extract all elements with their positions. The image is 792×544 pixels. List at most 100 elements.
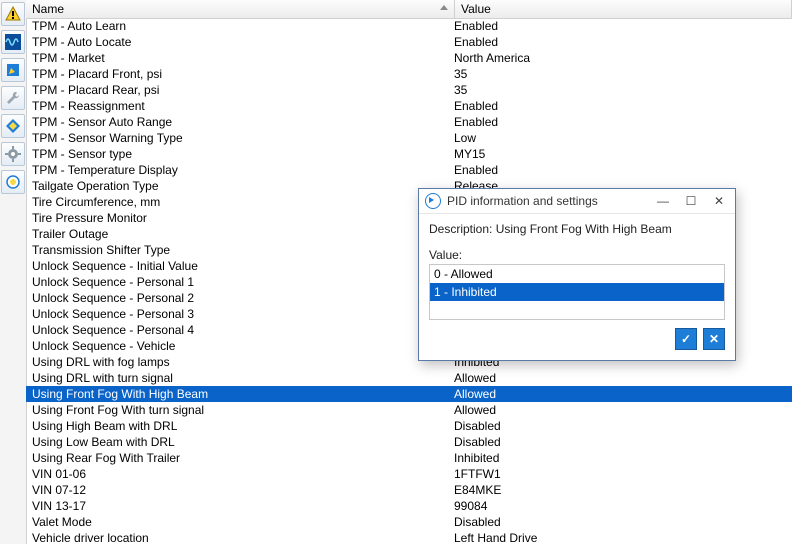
- side-toolbar: [0, 0, 27, 544]
- cell-name: Using Low Beam with DRL: [26, 434, 448, 450]
- cell-name: Unlock Sequence - Personal 3: [26, 306, 448, 322]
- cell-value: Enabled: [448, 162, 792, 178]
- gear-icon[interactable]: [1, 142, 25, 166]
- grid-header: Name Value: [26, 0, 792, 19]
- table-row[interactable]: VIN 07-12E84MKE: [26, 482, 792, 498]
- cell-name: Using Front Fog With turn signal: [26, 402, 448, 418]
- ok-button[interactable]: ✓: [675, 328, 697, 350]
- minimize-button[interactable]: —: [649, 191, 677, 211]
- table-row[interactable]: Using Low Beam with DRLDisabled: [26, 434, 792, 450]
- cell-value: Allowed: [448, 402, 792, 418]
- cell-value: 1FTFW1: [448, 466, 792, 482]
- cell-name: Transmission Shifter Type: [26, 242, 448, 258]
- cell-value: 35: [448, 66, 792, 82]
- table-row[interactable]: Using High Beam with DRLDisabled: [26, 418, 792, 434]
- cell-value: MY15: [448, 146, 792, 162]
- cell-name: Using Rear Fog With Trailer: [26, 450, 448, 466]
- value-options-list[interactable]: 0 - Allowed1 - Inhibited: [429, 264, 725, 320]
- cell-value: Low: [448, 130, 792, 146]
- sort-asc-icon: [440, 5, 448, 10]
- value-option[interactable]: 1 - Inhibited: [430, 283, 724, 301]
- cell-value: Disabled: [448, 514, 792, 530]
- cell-name: Using DRL with turn signal: [26, 370, 448, 386]
- cell-name: TPM - Reassignment: [26, 98, 448, 114]
- cell-name: TPM - Placard Rear, psi: [26, 82, 448, 98]
- diamond-icon[interactable]: [1, 114, 25, 138]
- dialog-app-icon: [425, 193, 441, 209]
- cell-name: TPM - Auto Locate: [26, 34, 448, 50]
- table-row[interactable]: TPM - Auto LocateEnabled: [26, 34, 792, 50]
- wrench-icon[interactable]: [1, 86, 25, 110]
- cell-value: Inhibited: [448, 450, 792, 466]
- column-header-name[interactable]: Name: [26, 0, 455, 18]
- table-row[interactable]: Using Rear Fog With TrailerInhibited: [26, 450, 792, 466]
- cell-name: Tire Circumference, mm: [26, 194, 448, 210]
- cell-name: Using Front Fog With High Beam: [26, 386, 448, 402]
- cell-name: Tailgate Operation Type: [26, 178, 448, 194]
- cell-name: TPM - Placard Front, psi: [26, 66, 448, 82]
- description-label: Description:: [429, 222, 492, 236]
- target-icon[interactable]: [1, 170, 25, 194]
- cell-value: North America: [448, 50, 792, 66]
- table-row[interactable]: Using DRL with turn signalAllowed: [26, 370, 792, 386]
- cell-value: 99084: [448, 498, 792, 514]
- cell-name: Valet Mode: [26, 514, 448, 530]
- table-row[interactable]: TPM - Auto LearnEnabled: [26, 18, 792, 34]
- cell-value: Enabled: [448, 18, 792, 34]
- table-row[interactable]: Using Front Fog With High BeamAllowed: [26, 386, 792, 402]
- table-row[interactable]: TPM - Sensor Auto RangeEnabled: [26, 114, 792, 130]
- waveform-icon[interactable]: [1, 30, 25, 54]
- dialog-title: PID information and settings: [447, 194, 649, 208]
- cell-name: VIN 07-12: [26, 482, 448, 498]
- table-row[interactable]: TPM - Temperature DisplayEnabled: [26, 162, 792, 178]
- table-row[interactable]: VIN 01-061FTFW1: [26, 466, 792, 482]
- cell-value: E84MKE: [448, 482, 792, 498]
- warning-icon[interactable]: [1, 2, 25, 26]
- cell-value: Enabled: [448, 114, 792, 130]
- cell-name: Using High Beam with DRL: [26, 418, 448, 434]
- dialog-body: Description: Using Front Fog With High B…: [419, 214, 735, 360]
- value-label: Value:: [429, 248, 725, 262]
- table-row[interactable]: TPM - Placard Rear, psi35: [26, 82, 792, 98]
- table-row[interactable]: Valet ModeDisabled: [26, 514, 792, 530]
- cell-name: Unlock Sequence - Personal 2: [26, 290, 448, 306]
- cell-name: TPM - Market: [26, 50, 448, 66]
- cell-name: Tire Pressure Monitor: [26, 210, 448, 226]
- cell-name: VIN 01-06: [26, 466, 448, 482]
- pid-settings-dialog: PID information and settings — ☐ ✕ Descr…: [418, 188, 736, 361]
- dialog-actions: ✓ ✕: [429, 328, 725, 350]
- cell-name: VIN 13-17: [26, 498, 448, 514]
- cell-name: TPM - Sensor Warning Type: [26, 130, 448, 146]
- cell-name: TPM - Temperature Display: [26, 162, 448, 178]
- table-row[interactable]: TPM - Sensor typeMY15: [26, 146, 792, 162]
- table-row[interactable]: TPM - Sensor Warning TypeLow: [26, 130, 792, 146]
- cell-value: Enabled: [448, 34, 792, 50]
- table-row[interactable]: TPM - MarketNorth America: [26, 50, 792, 66]
- table-row[interactable]: VIN 13-1799084: [26, 498, 792, 514]
- column-header-value[interactable]: Value: [455, 0, 792, 18]
- dialog-description: Description: Using Front Fog With High B…: [429, 222, 725, 236]
- cell-value: Left Hand Drive: [448, 530, 792, 542]
- cell-value: Allowed: [448, 370, 792, 386]
- column-header-label: Name: [32, 2, 64, 16]
- cell-value: Disabled: [448, 434, 792, 450]
- edit-icon[interactable]: [1, 58, 25, 82]
- table-row[interactable]: Vehicle driver locationLeft Hand Drive: [26, 530, 792, 542]
- cell-value: Allowed: [448, 386, 792, 402]
- cancel-button[interactable]: ✕: [703, 328, 725, 350]
- table-row[interactable]: Using Front Fog With turn signalAllowed: [26, 402, 792, 418]
- cell-value: Enabled: [448, 98, 792, 114]
- cell-name: Vehicle driver location: [26, 530, 448, 542]
- table-row[interactable]: TPM - ReassignmentEnabled: [26, 98, 792, 114]
- table-row[interactable]: TPM - Placard Front, psi35: [26, 66, 792, 82]
- dialog-titlebar[interactable]: PID information and settings — ☐ ✕: [419, 189, 735, 214]
- cell-name: Unlock Sequence - Personal 4: [26, 322, 448, 338]
- description-value: Using Front Fog With High Beam: [496, 222, 672, 236]
- cell-name: TPM - Sensor Auto Range: [26, 114, 448, 130]
- maximize-button[interactable]: ☐: [677, 191, 705, 211]
- cell-name: Trailer Outage: [26, 226, 448, 242]
- close-button[interactable]: ✕: [705, 191, 733, 211]
- column-header-label: Value: [461, 2, 491, 16]
- cell-name: TPM - Auto Learn: [26, 18, 448, 34]
- value-option[interactable]: 0 - Allowed: [430, 265, 724, 283]
